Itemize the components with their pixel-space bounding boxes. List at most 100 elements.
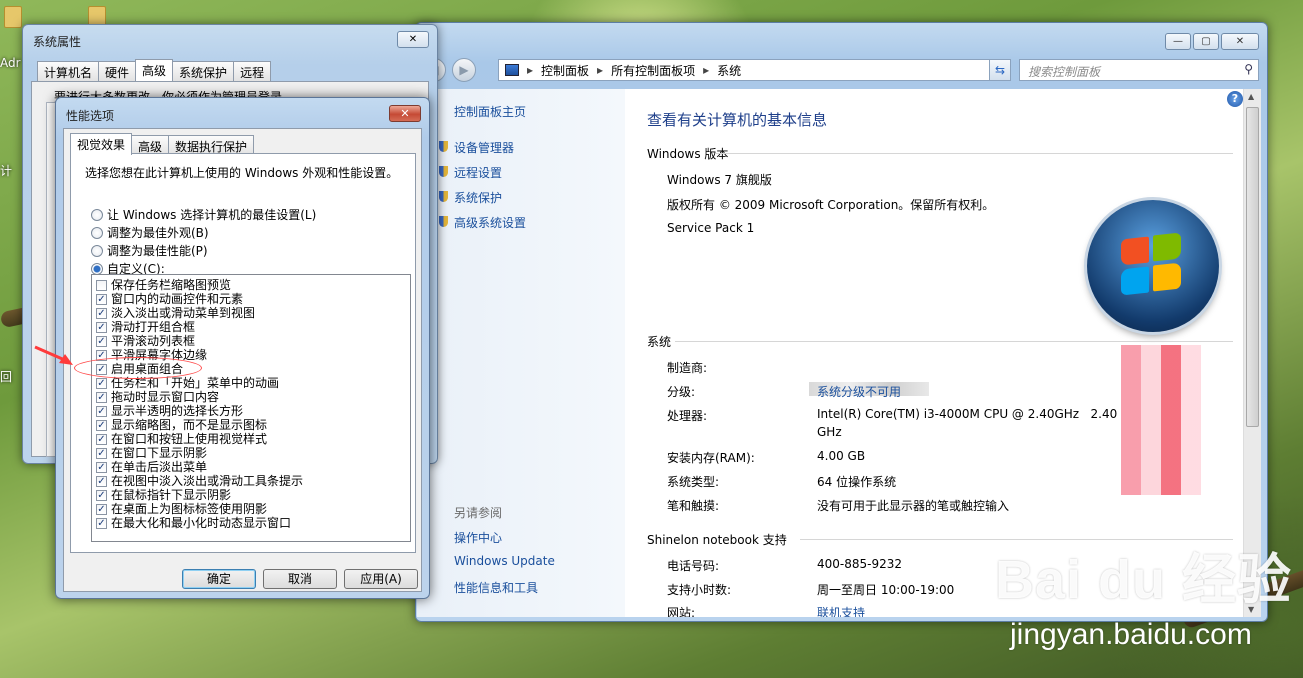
refresh-button[interactable]: ⇆ [989, 59, 1011, 81]
effect-checkbox-item[interactable]: ✓ 在最大化和最小化时动态显示窗口 [96, 516, 291, 530]
radio-circle[interactable] [91, 208, 103, 221]
effect-checkbox-item[interactable]: ✓ 平滑滚动列表框 [96, 334, 195, 348]
oem-logo-pixelated [1111, 345, 1231, 495]
rating-link[interactable]: 系统分级不可用 [817, 383, 901, 400]
breadcrumb-control-panel[interactable]: 控制面板 [541, 62, 589, 79]
checkbox-checked[interactable]: ✓ [96, 419, 107, 431]
tab-advanced[interactable]: 高级 [135, 59, 174, 81]
tab-computer-name[interactable]: 计算机名 [37, 61, 100, 81]
checkbox-checked[interactable]: ✓ [96, 461, 107, 473]
nav-windows-update[interactable]: Windows Update [454, 554, 555, 568]
logo-flag-red [1121, 236, 1149, 266]
left-nav-pane: 控制面板主页 设备管理器 远程设置 系统保护 高级系统设置 另请参阅 操作中心 … [417, 89, 625, 617]
section-divider [715, 153, 1233, 154]
effect-checkbox-item[interactable]: ✓ 在桌面上为图标标签使用阴影 [96, 502, 267, 516]
nav-device-manager[interactable]: 设备管理器 [454, 139, 514, 156]
website-link[interactable]: 联机支持 [817, 604, 865, 617]
checkbox-checked[interactable]: ✓ [96, 503, 107, 515]
checkbox-checked[interactable]: ✓ [96, 489, 107, 501]
effect-checkbox-item[interactable]: ✓ 在视图中淡入淡出或滑动工具条提示 [96, 474, 303, 488]
tab-remote[interactable]: 远程 [233, 61, 272, 81]
nav-advanced-system-settings[interactable]: 高级系统设置 [454, 214, 526, 231]
apply-button[interactable]: 应用(A) [344, 569, 418, 589]
radio-let-windows-choose[interactable]: 让 Windows 选择计算机的最佳设置(L) [91, 206, 316, 223]
windows-edition: Windows 7 旗舰版 [667, 173, 772, 187]
checkbox-checked[interactable]: ✓ [96, 293, 107, 305]
effect-checkbox-item[interactable]: ✓ 在窗口下显示阴影 [96, 446, 207, 460]
effect-checkbox-item[interactable]: 保存任务栏缩略图预览 [96, 278, 231, 292]
checkbox-checked[interactable]: ✓ [96, 391, 107, 403]
effect-checkbox-item[interactable]: ✓ 显示缩略图，而不是显示图标 [96, 418, 267, 432]
radio-circle-selected[interactable] [91, 262, 103, 275]
performance-options-dialog: 性能选项 ✕ 视觉效果 高级 数据执行保护 选择您想在此计算机上使用的 Wind… [55, 97, 430, 599]
help-icon[interactable]: ? [1227, 91, 1243, 107]
close-button[interactable]: ✕ [389, 105, 421, 122]
nav-performance-tools[interactable]: 性能信息和工具 [454, 579, 538, 596]
baidu-watermark: Bai du 经验 [995, 535, 1292, 614]
section-support: Shinelon notebook 支持 [647, 533, 787, 547]
effect-checkbox-item[interactable]: ✓ 显示半透明的选择长方形 [96, 404, 243, 418]
tab-hardware[interactable]: 硬件 [98, 61, 137, 81]
checkbox-checked[interactable]: ✓ [96, 321, 107, 333]
effect-checkbox-item[interactable]: ✓ 窗口内的动画控件和元素 [96, 292, 243, 306]
scroll-up-icon[interactable]: ▲ [1248, 92, 1254, 101]
checkbox-checked[interactable]: ✓ [96, 405, 107, 417]
address-bar[interactable]: ▸ 控制面板 ▸ 所有控制面板项 ▸ 系统 ▼ [498, 59, 1008, 81]
checkbox-label: 显示缩略图，而不是显示图标 [111, 417, 268, 432]
checkbox-label: 在视图中淡入淡出或滑动工具条提示 [111, 473, 304, 488]
minimize-button[interactable]: — [1165, 33, 1191, 50]
checkbox-checked[interactable]: ✓ [96, 517, 107, 529]
radio-circle[interactable] [91, 226, 103, 239]
scroll-thumb[interactable] [1246, 107, 1259, 427]
effect-checkbox-item[interactable]: ✓ 拖动时显示窗口内容 [96, 390, 219, 404]
checkbox-unchecked[interactable] [96, 279, 107, 291]
radio-circle[interactable] [91, 244, 103, 257]
close-button[interactable]: ✕ [397, 31, 429, 48]
effects-checkbox-list[interactable]: 保存任务栏缩略图预览 ✓ 窗口内的动画控件和元素 ✓ 淡入淡出或滑动菜单到视图 ✓ 滑动打开… [91, 274, 411, 542]
checkbox-checked[interactable]: ✓ [96, 335, 107, 347]
radio-best-performance[interactable]: 调整为最佳性能(P) [91, 242, 208, 259]
checkbox-checked[interactable]: ✓ [96, 377, 107, 389]
search-input[interactable]: 搜索控制面板 ⚲ [1019, 59, 1259, 81]
radio-best-appearance[interactable]: 调整为最佳外观(B) [91, 224, 209, 241]
tab-bar: 计算机名 硬件 高级 系统保护 远程 [37, 59, 272, 81]
tab-advanced[interactable]: 高级 [131, 135, 170, 155]
tab-bar: 视觉效果 高级 数据执行保护 [70, 133, 255, 155]
checkbox-checked[interactable]: ✓ [96, 447, 107, 459]
breadcrumb-system[interactable]: 系统 [717, 62, 741, 79]
ram-value: 4.00 GB [817, 449, 866, 463]
watermark-text: Bai du 经验 [995, 550, 1293, 610]
effect-checkbox-item[interactable]: ✓ 滑动打开组合框 [96, 320, 195, 334]
forward-button[interactable]: ▶ [452, 58, 476, 82]
nav-action-center[interactable]: 操作中心 [454, 529, 502, 546]
maximize-button[interactable]: ▢ [1193, 33, 1219, 50]
shield-icon [439, 141, 448, 152]
search-icon[interactable]: ⚲ [1244, 62, 1253, 76]
effect-checkbox-item[interactable]: ✓ 在窗口和按钮上使用视觉样式 [96, 432, 267, 446]
tab-dep[interactable]: 数据执行保护 [168, 135, 255, 155]
checkbox-label: 平滑滚动列表框 [111, 333, 196, 348]
radio-label: 调整为最佳性能(P) [107, 244, 208, 258]
breadcrumb-separator: ▸ [597, 63, 604, 77]
processor-value-unit: GHz [817, 425, 842, 439]
logo-flag-green [1153, 232, 1181, 262]
nav-control-panel-home[interactable]: 控制面板主页 [454, 103, 526, 120]
logo-flag-blue [1121, 266, 1149, 296]
checkbox-checked[interactable]: ✓ [96, 307, 107, 319]
nav-system-protection[interactable]: 系统保护 [454, 189, 502, 206]
folder-icon[interactable] [4, 6, 22, 28]
nav-remote-settings[interactable]: 远程设置 [454, 164, 502, 181]
breadcrumb-all-items[interactable]: 所有控制面板项 [611, 62, 695, 79]
effect-checkbox-item[interactable]: ✓ 淡入淡出或滑动菜单到视图 [96, 306, 255, 320]
ok-button[interactable]: 确定 [182, 569, 256, 589]
processor-value: Intel(R) Core(TM) i3-4000M CPU @ 2.40GHz… [817, 407, 1118, 421]
effect-checkbox-item[interactable]: ✓ 在鼠标指针下显示阴影 [96, 488, 231, 502]
checkbox-checked[interactable]: ✓ [96, 475, 107, 487]
close-button[interactable]: ✕ [1221, 33, 1259, 50]
tab-system-protection[interactable]: 系统保护 [172, 61, 235, 81]
checkbox-checked[interactable]: ✓ [96, 433, 107, 445]
tab-visual-effects[interactable]: 视觉效果 [70, 133, 133, 155]
cancel-button[interactable]: 取消 [263, 569, 337, 589]
effect-checkbox-item[interactable]: ✓ 在单击后淡出菜单 [96, 460, 207, 474]
copyright: 版权所有 © 2009 Microsoft Corporation。保留所有权利… [667, 198, 995, 212]
